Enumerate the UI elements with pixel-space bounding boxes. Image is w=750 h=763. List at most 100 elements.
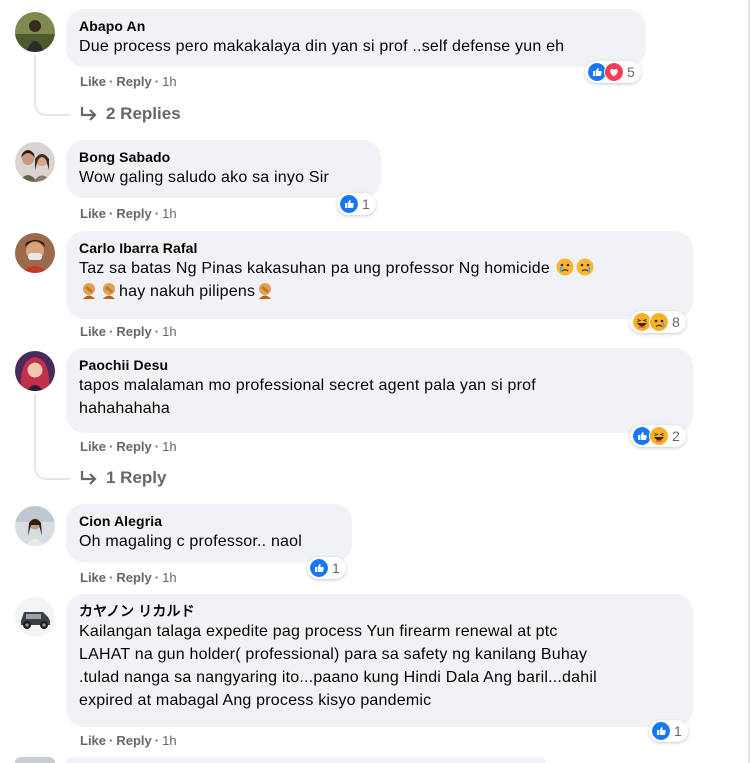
comment-bubble: Bong Sabado Wow galing saludo ako sa iny…	[66, 140, 381, 198]
comment-author[interactable]: Abapo An	[79, 17, 634, 35]
separator: ·	[154, 324, 160, 339]
comment-actions: Like · Reply · 1h	[80, 74, 177, 90]
view-replies-button[interactable]: 2 Replies	[80, 104, 181, 124]
like-link[interactable]: Like	[80, 439, 106, 454]
reaction-count: 8	[672, 314, 680, 330]
thread-line	[34, 54, 36, 100]
reply-link[interactable]: Reply	[116, 570, 151, 585]
separator: ·	[109, 74, 114, 89]
comment-text-line: expired at mabagal Ang process kisyo pan…	[79, 692, 432, 709]
separator: ·	[109, 733, 114, 748]
comment-time[interactable]: 1h	[162, 570, 176, 585]
comment-text-line: Taz sa batas Ng Pinas kakasuhan pa ung p…	[79, 260, 550, 277]
reply-arrow-icon	[80, 107, 97, 121]
like-reaction-icon	[651, 721, 671, 741]
separator: ·	[154, 733, 160, 748]
reply-arrow-icon	[80, 471, 97, 485]
comment-text-line: hahahahaha	[79, 400, 170, 417]
comment-text-line: Kailangan talaga expedite pag process Yu…	[79, 623, 558, 640]
comment-author[interactable]: Paochii Desu	[79, 356, 681, 374]
view-replies-button[interactable]: 1 Reply	[80, 468, 166, 488]
avatar[interactable]	[15, 12, 55, 52]
like-link[interactable]: Like	[80, 570, 106, 585]
comment-actions: Like · Reply · 1h	[80, 206, 177, 222]
comment-text-line: LAHAT na gun holder( professional) para …	[79, 646, 588, 663]
avatar[interactable]	[15, 142, 55, 182]
separator: ·	[154, 439, 160, 454]
comment-time[interactable]: 1h	[162, 324, 176, 339]
replies-count-label: 1 Reply	[106, 468, 167, 487]
reply-link[interactable]: Reply	[116, 324, 151, 339]
separator: ·	[154, 570, 160, 585]
facepalm-emoji-icon	[83, 283, 95, 299]
comment-actions: Like · Reply · 1h	[80, 324, 177, 340]
comment-actions: Like · Reply · 1h	[80, 570, 177, 586]
reaction-summary[interactable]: 2	[630, 425, 686, 447]
reaction-count: 2	[672, 428, 680, 444]
avatar[interactable]	[15, 233, 55, 273]
reply-link[interactable]: Reply	[116, 74, 151, 89]
comment-actions: Like · Reply · 1h	[80, 733, 177, 749]
comment-bubble	[66, 757, 546, 763]
comment-bubble: Carlo Ibarra Rafal Taz sa batas Ng Pinas…	[66, 231, 693, 319]
like-link[interactable]: Like	[80, 206, 106, 221]
thread-curve	[34, 464, 70, 480]
reply-link[interactable]: Reply	[116, 206, 151, 221]
thread-curve	[34, 100, 70, 116]
sad-reaction-icon	[649, 312, 669, 332]
separator: ·	[109, 570, 114, 585]
comment-bubble: Paochii Desu tapos malalaman mo professi…	[66, 348, 693, 433]
reply-link[interactable]: Reply	[116, 733, 151, 748]
comment-text: Taz sa batas Ng Pinas kakasuhan pa ung p…	[79, 257, 681, 303]
separator: ·	[109, 324, 114, 339]
avatar[interactable]	[15, 351, 55, 391]
like-link[interactable]: Like	[80, 324, 106, 339]
like-link[interactable]: Like	[80, 74, 106, 89]
reaction-summary[interactable]: 1	[649, 720, 688, 742]
separator: ·	[109, 439, 114, 454]
reaction-summary[interactable]: 8	[630, 311, 686, 333]
like-reaction-icon	[339, 194, 359, 214]
avatar[interactable]	[15, 757, 55, 763]
comment-text-line: hay nakuh pilipens	[119, 283, 256, 300]
comment-author[interactable]: Bong Sabado	[79, 148, 369, 166]
comment-bubble: Cion Alegria Oh magaling c professor.. n…	[66, 504, 352, 562]
comment-author[interactable]: Carlo Ibarra Rafal	[79, 239, 681, 257]
comment-text-line: .tulad nanga sa nangyaring ito...paano k…	[79, 669, 597, 686]
separator: ·	[109, 206, 114, 221]
replies-count-label: 2 Replies	[106, 104, 181, 123]
avatar[interactable]	[15, 597, 55, 637]
haha-reaction-icon	[649, 426, 669, 446]
comment-bubble: カヤノン リカルド Kailangan talaga expedite pag …	[66, 594, 693, 727]
comment-time[interactable]: 1h	[162, 74, 176, 89]
like-reaction-icon	[309, 558, 329, 578]
love-reaction-icon	[604, 62, 624, 82]
reaction-count: 1	[362, 196, 370, 212]
comment-author[interactable]: Cion Alegria	[79, 512, 340, 530]
separator: ·	[154, 206, 160, 221]
reaction-count: 1	[332, 560, 340, 576]
comment-text: Due process pero makakalaya din yan si p…	[79, 38, 565, 55]
reaction-summary[interactable]: 5	[585, 61, 641, 83]
comment-bubble: Abapo An Due process pero makakalaya din…	[66, 9, 646, 67]
comment-time[interactable]: 1h	[162, 206, 176, 221]
comment-time[interactable]: 1h	[162, 733, 176, 748]
crying-face-emoji-icon	[556, 258, 574, 276]
crying-face-emoji-icon	[576, 258, 594, 276]
comment-text-line: tapos malalaman mo professional secret a…	[79, 377, 536, 394]
facepalm-emoji-icon	[259, 283, 272, 299]
thread-line	[34, 394, 36, 464]
reaction-summary[interactable]: 1	[337, 193, 376, 215]
comment-actions: Like · Reply · 1h	[80, 439, 177, 455]
comment-text: Wow galing saludo ako sa inyo Sir	[79, 169, 329, 186]
like-link[interactable]: Like	[80, 733, 106, 748]
reply-link[interactable]: Reply	[116, 439, 151, 454]
reaction-count: 5	[627, 64, 635, 80]
comment-author[interactable]: カヤノン リカルド	[79, 602, 681, 620]
reaction-count: 1	[674, 723, 682, 739]
comment-text: Oh magaling c professor.. naol	[79, 533, 303, 550]
reaction-summary[interactable]: 1	[307, 557, 346, 579]
avatar[interactable]	[15, 506, 55, 546]
comment-time[interactable]: 1h	[162, 439, 176, 454]
facepalm-emoji-icon	[103, 283, 115, 299]
